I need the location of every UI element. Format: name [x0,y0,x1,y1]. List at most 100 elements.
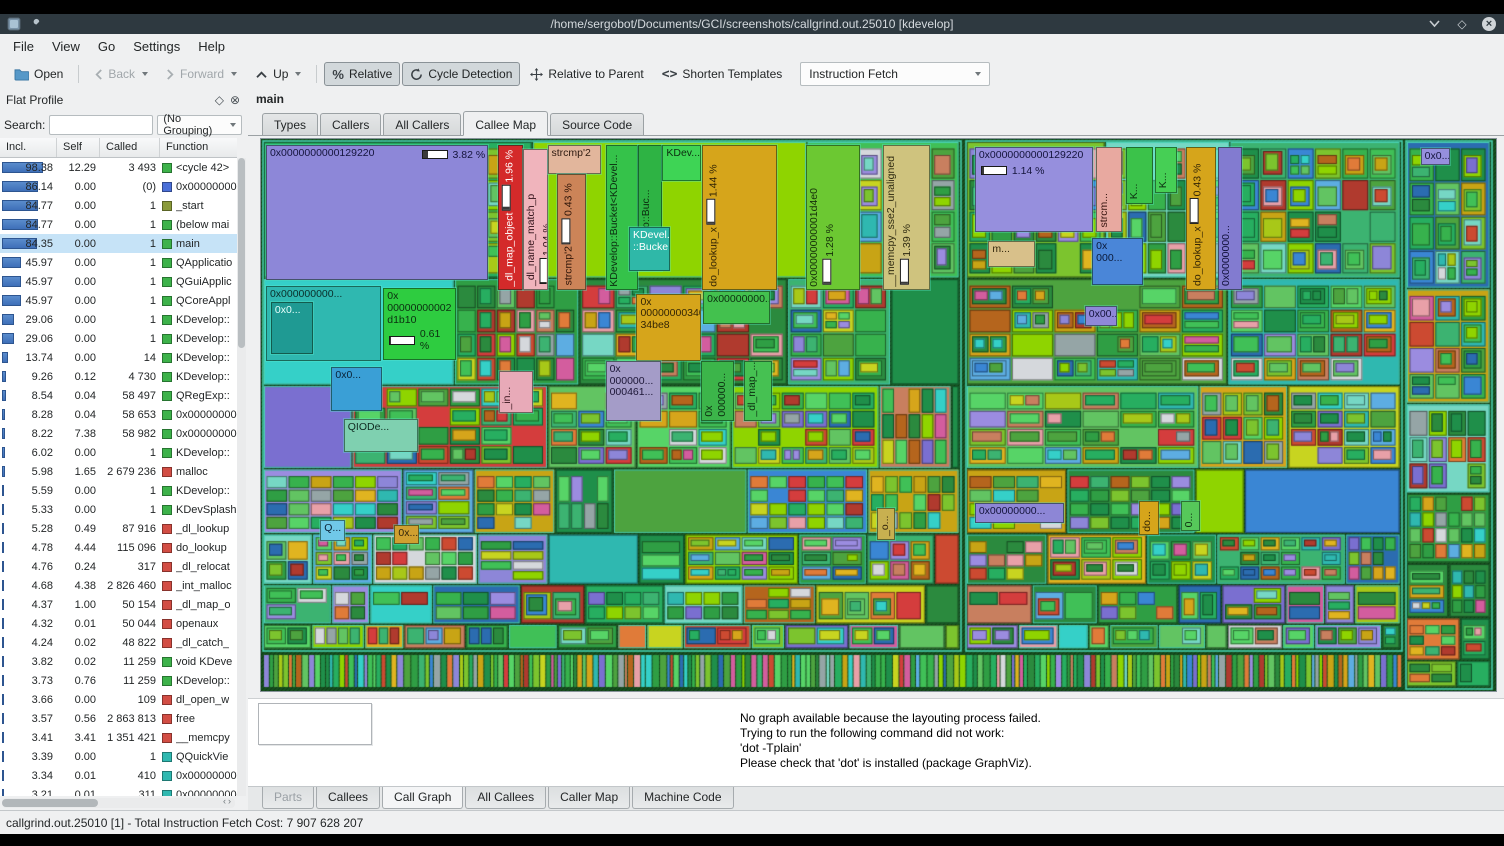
treemap-cell[interactable]: 0x 000000... [701,361,734,421]
table-row[interactable]: 8.227.3858 9820x00000000 [0,424,237,443]
menu-view[interactable]: View [43,35,89,58]
treemap-cell[interactable]: 0... [1181,501,1200,531]
table-row[interactable]: 29.060.001KDevelop:: [0,310,237,329]
treemap-cell[interactable]: _o... [877,508,894,540]
treemap-cell[interactable]: QIODe... [344,419,418,452]
column-function[interactable]: Function [160,138,237,157]
column-called[interactable]: Called [100,138,160,157]
treemap-cell[interactable]: 0x 00000000002 d1b100.61 % [383,288,456,360]
title-bar[interactable]: /home/sergobot/Documents/GCI/screenshots… [0,14,1504,34]
table-row[interactable]: 84.770.001(below mai [0,215,237,234]
table-row[interactable]: 5.590.001KDevelop:: [0,481,237,500]
open-button[interactable]: Open [6,62,71,86]
treemap-cell[interactable]: 0x00000000... [975,503,1064,523]
back-button[interactable]: Back [86,62,156,86]
treemap-cell[interactable]: Q... [320,520,345,542]
table-row[interactable]: 4.684.382 826 460_int_malloc [0,576,237,595]
treemap-cell[interactable]: _dl_name_match_p1.04 % [523,149,548,290]
event-type-combobox[interactable]: Instruction Fetch [800,62,990,86]
close-button[interactable]: × [1482,17,1496,31]
treemap-cell[interactable]: _dl_map_object1.96 % [498,145,523,291]
treemap-cell[interactable]: m... [988,241,1035,266]
treemap-cell[interactable]: 0x 000... [1092,238,1143,285]
table-row[interactable]: 29.060.001KDevelop:: [0,329,237,348]
table-row[interactable]: 45.970.001QApplicatio [0,253,237,272]
tab-source-code[interactable]: Source Code [550,113,644,135]
grouping-combobox[interactable]: (No Grouping) [157,115,242,135]
table-horizontal-scrollbar[interactable]: ‹› [2,798,235,808]
treemap-cell[interactable]: 0x00000000001292203.82 % [266,145,488,280]
treemap-cell[interactable]: 0x00... [1085,306,1117,326]
tab-callees[interactable]: Callees [316,787,380,809]
scrollbar-thumb[interactable] [238,158,245,348]
treemap-cell[interactable]: KDevel... ::Bucke... [629,227,670,271]
treemap-cell[interactable]: __memcpy_sse2_unaligned1.39 % [883,145,930,291]
table-row[interactable]: 45.970.001QCoreAppl [0,291,237,310]
tab-callers[interactable]: Callers [320,113,381,135]
treemap-cell[interactable]: strcmp'20.43 % [557,174,585,289]
column-self[interactable]: Self [57,138,100,157]
table-row[interactable]: 5.280.4987 916_dl_lookup [0,519,237,538]
table-row[interactable]: 45.970.001QGuiApplic [0,272,237,291]
treemap-cell[interactable]: 0x0... [271,302,313,354]
treemap-cell[interactable]: K... [1126,147,1153,203]
shade-button[interactable] [1426,16,1442,32]
menu-help[interactable]: Help [189,35,234,58]
treemap-cell[interactable]: 0x0000000... [1218,147,1241,290]
table-row[interactable]: 3.390.001QQuickVie [0,747,237,766]
menu-file[interactable]: File [4,35,43,58]
table-row[interactable]: 4.760.24317_dl_relocat [0,557,237,576]
table-row[interactable]: 3.730.7611 259KDevelop:: [0,671,237,690]
table-row[interactable]: 4.320.0150 044openaux [0,614,237,633]
treemap-cell[interactable]: 0x00000000001d4e01.28 % [806,145,860,291]
treemap-cell[interactable]: do_lookup_x0.43 % [1186,147,1216,290]
scrollbar-thumb[interactable] [2,799,98,807]
menu-settings[interactable]: Settings [124,35,189,58]
table-row[interactable]: 4.240.0248 822_dl_catch_ [0,633,237,652]
table-row[interactable]: 5.330.001KDevSplash [0,500,237,519]
relative-toggle[interactable]: % Relative [324,62,400,86]
table-row[interactable]: 4.371.0050 154_dl_map_o [0,595,237,614]
tab-machine-code[interactable]: Machine Code [632,787,733,809]
table-row[interactable]: 3.570.562 863 813free [0,709,237,728]
forward-button[interactable]: Forward [158,62,245,86]
treemap-cell[interactable]: _in... [499,371,532,414]
treemap-cell[interactable]: 0x00000000001292201.14 % [975,147,1094,231]
float-dock-icon[interactable]: ◇ [215,94,224,106]
table-row[interactable]: 6.020.001KDevelop:: [0,443,237,462]
table-vertical-scrollbar[interactable] [237,158,246,796]
table-row[interactable]: 8.280.0458 6530x00000000 [0,405,237,424]
cycle-detection-toggle[interactable]: Cycle Detection [402,62,520,86]
table-row[interactable]: 84.350.001main [0,234,237,253]
tab-all-callers[interactable]: All Callers [383,113,461,135]
treemap-cell[interactable]: strcmp'2 [548,145,601,175]
treemap-cell[interactable]: 0x 00000000340 34be8 [636,294,700,361]
table-row[interactable]: 86.140.00(0)0x00000000 [0,177,237,196]
up-button[interactable]: Up [247,62,309,86]
treemap-cell[interactable]: 0x... [394,525,419,544]
tab-caller-map[interactable]: Caller Map [548,787,630,809]
treemap-cell[interactable]: 0x 000000... 000461... [606,361,662,421]
table-row[interactable]: 5.981.652 679 236malloc [0,462,237,481]
treemap-cell[interactable]: K... [1155,147,1177,192]
table-row[interactable]: 9.260.124 730KDevelop:: [0,367,237,386]
relative-to-parent-toggle[interactable]: Relative to Parent [522,62,651,86]
treemap-cell[interactable]: 0x00000000... [703,291,770,324]
table-row[interactable]: 8.540.0458 497QRegExp:: [0,386,237,405]
table-row[interactable]: 84.770.001_start [0,196,237,215]
tab-all-callees[interactable]: All Callees [465,787,546,809]
table-row[interactable]: 3.820.0211 259void KDeve [0,652,237,671]
search-input[interactable] [49,115,153,135]
treemap-cell[interactable]: _dl_map_... [744,361,772,421]
shorten-templates-toggle[interactable]: <> Shorten Templates [654,62,791,86]
tab-parts[interactable]: Parts [262,787,314,809]
tab-call-graph[interactable]: Call Graph [382,787,463,809]
table-row[interactable]: 4.784.44115 096do_lookup [0,538,237,557]
table-row[interactable]: 13.740.0014KDevelop:: [0,348,237,367]
maximize-button[interactable]: ◇ [1454,16,1470,32]
table-row[interactable]: 3.660.00109dl_open_w [0,690,237,709]
treemap-cell[interactable]: do... [1139,501,1159,536]
column-incl[interactable]: Incl. [0,138,57,157]
tab-types[interactable]: Types [262,113,318,135]
table-row[interactable]: 3.413.411 351 421__memcpy [0,728,237,747]
